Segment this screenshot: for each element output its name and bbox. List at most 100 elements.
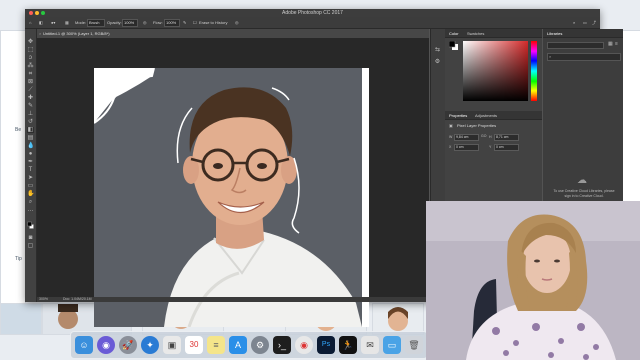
mode-label: Mode:	[75, 20, 87, 25]
rectangle-tool-icon[interactable]: ▭	[27, 183, 34, 189]
launchpad-icon[interactable]: 🚀	[119, 336, 137, 354]
chrome-icon[interactable]: ◉	[295, 336, 313, 354]
flow-input[interactable]: 100%	[164, 19, 180, 27]
search-icon[interactable]: ⌕	[573, 20, 575, 25]
calendar-icon[interactable]: 30	[185, 336, 203, 354]
erase-history-checkbox[interactable]: ☐	[193, 20, 197, 25]
hand-tool-icon[interactable]: ✋	[27, 191, 34, 197]
dodge-tool-icon[interactable]: ●	[27, 151, 34, 157]
app-store-icon[interactable]: A	[229, 336, 247, 354]
finder-icon[interactable]: ☺	[75, 336, 93, 354]
brush-size-picker[interactable]: ●▾	[51, 20, 55, 25]
properties-panel-tabs: Properties Adjustments	[445, 111, 542, 120]
width-label-icon: W	[449, 135, 453, 139]
eraser-tool-icon[interactable]: ◧	[39, 20, 43, 25]
opacity-input[interactable]: 100%	[122, 19, 138, 27]
document-tab-label: Untitled-1 @ 300% (Layer 1, RGB/8*)	[43, 31, 110, 36]
lasso-tool-icon[interactable]: ↄ	[27, 55, 34, 61]
pressure-size-icon[interactable]: ◎	[235, 20, 239, 25]
document-info: Doc: 1.04M/20.1M	[63, 297, 92, 301]
system-preferences-icon[interactable]: ⚙	[251, 336, 269, 354]
dock: ☺ ◉ 🚀 ✦ ▣ 30 ≡ A ⚙ ›_ ◉ Ps 🏃 ✉ ▭ 🗑	[70, 331, 428, 359]
tab-swatches[interactable]: Swatches	[467, 31, 484, 36]
terminal-icon[interactable]: ›_	[273, 336, 291, 354]
share-icon[interactable]: ⤴	[592, 20, 596, 26]
more-tools-icon[interactable]: …	[27, 207, 34, 213]
crop-tool-icon[interactable]: ⌗	[27, 71, 34, 77]
tab-adjustments[interactable]: Adjustments	[475, 113, 497, 118]
mode-select[interactable]: Brush	[87, 19, 105, 27]
library-search-input[interactable]: ⌕	[547, 53, 621, 61]
library-select[interactable]	[547, 42, 604, 49]
sign-in-message: To use Creative Cloud Libraries, please …	[553, 189, 615, 198]
healing-tool-icon[interactable]: ✚	[27, 95, 34, 101]
adjustments-panel-icon[interactable]: ⚙	[434, 59, 441, 65]
y-label-icon: Y	[489, 145, 492, 149]
notes-icon[interactable]: ≡	[207, 336, 225, 354]
safari-icon[interactable]: ✦	[141, 336, 159, 354]
runner-icon[interactable]: 🏃	[339, 336, 357, 354]
pen-tool-icon[interactable]: ✒	[27, 159, 34, 165]
fg-bg-color-icon	[27, 221, 34, 229]
tab-properties[interactable]: Properties	[449, 113, 467, 118]
fg-bg-swatch-icon[interactable]	[449, 41, 459, 51]
zoom-tool-icon[interactable]: ⌕	[27, 199, 34, 205]
color-swatches-icon[interactable]	[27, 221, 34, 229]
folder-icon[interactable]: ▭	[383, 336, 401, 354]
home-icon[interactable]: ⌂	[29, 20, 31, 25]
brush-settings-icon[interactable]: ▦	[65, 20, 69, 25]
opacity-label: Opacity:	[107, 20, 122, 25]
type-tool-icon[interactable]: T	[27, 167, 34, 173]
messages-icon[interactable]: ✉	[361, 336, 379, 354]
webcam-video	[426, 201, 640, 360]
zoom-level[interactable]: 300%	[39, 297, 48, 301]
height-label-icon: H	[489, 135, 492, 139]
close-tab-icon[interactable]: ×	[39, 31, 41, 36]
frame-tool-icon[interactable]: ⊠	[27, 79, 34, 85]
grid-view-icon[interactable]: ▦	[608, 41, 613, 47]
link-dimensions-icon[interactable]: GO	[481, 134, 486, 138]
gradient-tool-icon[interactable]: ▤	[27, 135, 34, 141]
hue-slider[interactable]	[531, 41, 537, 101]
airbrush-icon[interactable]: ✎	[183, 20, 186, 25]
flow-label: Flow:	[153, 20, 163, 25]
blur-tool-icon[interactable]: 💧	[27, 143, 34, 149]
tab-color[interactable]: Color	[449, 31, 459, 36]
x-label-icon: X	[449, 145, 452, 149]
eraser-tool-icon[interactable]: ◧	[27, 127, 34, 133]
document-canvas[interactable]	[94, 68, 369, 327]
photoshop-icon[interactable]: Ps	[317, 336, 335, 354]
history-panel-icon[interactable]: ⇆	[434, 47, 441, 53]
title-bar: Adobe Photoshop CC 2017	[25, 9, 600, 17]
quick-selection-tool-icon[interactable]: ⁂	[27, 63, 34, 69]
clone-stamp-tool-icon[interactable]: ⊥	[27, 111, 34, 117]
x-field[interactable]: 0 cm	[454, 144, 479, 151]
list-view-icon[interactable]: ≡	[615, 41, 618, 47]
height-field[interactable]: 8,71 cm	[494, 134, 519, 141]
eyedropper-tool-icon[interactable]: ⟋	[27, 87, 34, 93]
path-selection-tool-icon[interactable]: ➤	[27, 175, 34, 181]
move-tool-icon[interactable]: ✥	[27, 39, 34, 45]
portrait-image	[94, 68, 369, 327]
marquee-tool-icon[interactable]: ⬚	[27, 47, 34, 53]
history-brush-tool-icon[interactable]: ↺	[27, 119, 34, 125]
bg-left-column	[0, 30, 26, 332]
pixel-layer-icon: ▣	[449, 123, 453, 128]
webcam-overlay	[426, 201, 640, 360]
workspace-icon[interactable]: ▭	[583, 20, 587, 25]
quick-mask-icon[interactable]: ◙	[27, 235, 34, 241]
width-field[interactable]: 9,84 cm	[454, 134, 479, 141]
tab-libraries[interactable]: Libraries	[547, 31, 562, 36]
erase-history-label: Erase to History	[199, 20, 228, 25]
siri-icon[interactable]: ◉	[97, 336, 115, 354]
canvas-area[interactable]	[37, 38, 429, 327]
options-bar: ⌂ ◧ ●▾ ▦ Mode: Brush Opacity: 100% ◎ Flo…	[25, 17, 600, 29]
search-icon: ⌕	[549, 54, 552, 59]
trash-icon[interactable]: 🗑	[405, 336, 423, 354]
brush-tool-icon[interactable]: ✎	[27, 103, 34, 109]
screen-mode-icon[interactable]: ▢	[27, 243, 34, 249]
y-field[interactable]: 0 cm	[494, 144, 519, 151]
photos-icon[interactable]: ▣	[163, 336, 181, 354]
pressure-opacity-icon[interactable]: ◎	[143, 20, 147, 25]
color-picker-field[interactable]	[463, 41, 528, 101]
